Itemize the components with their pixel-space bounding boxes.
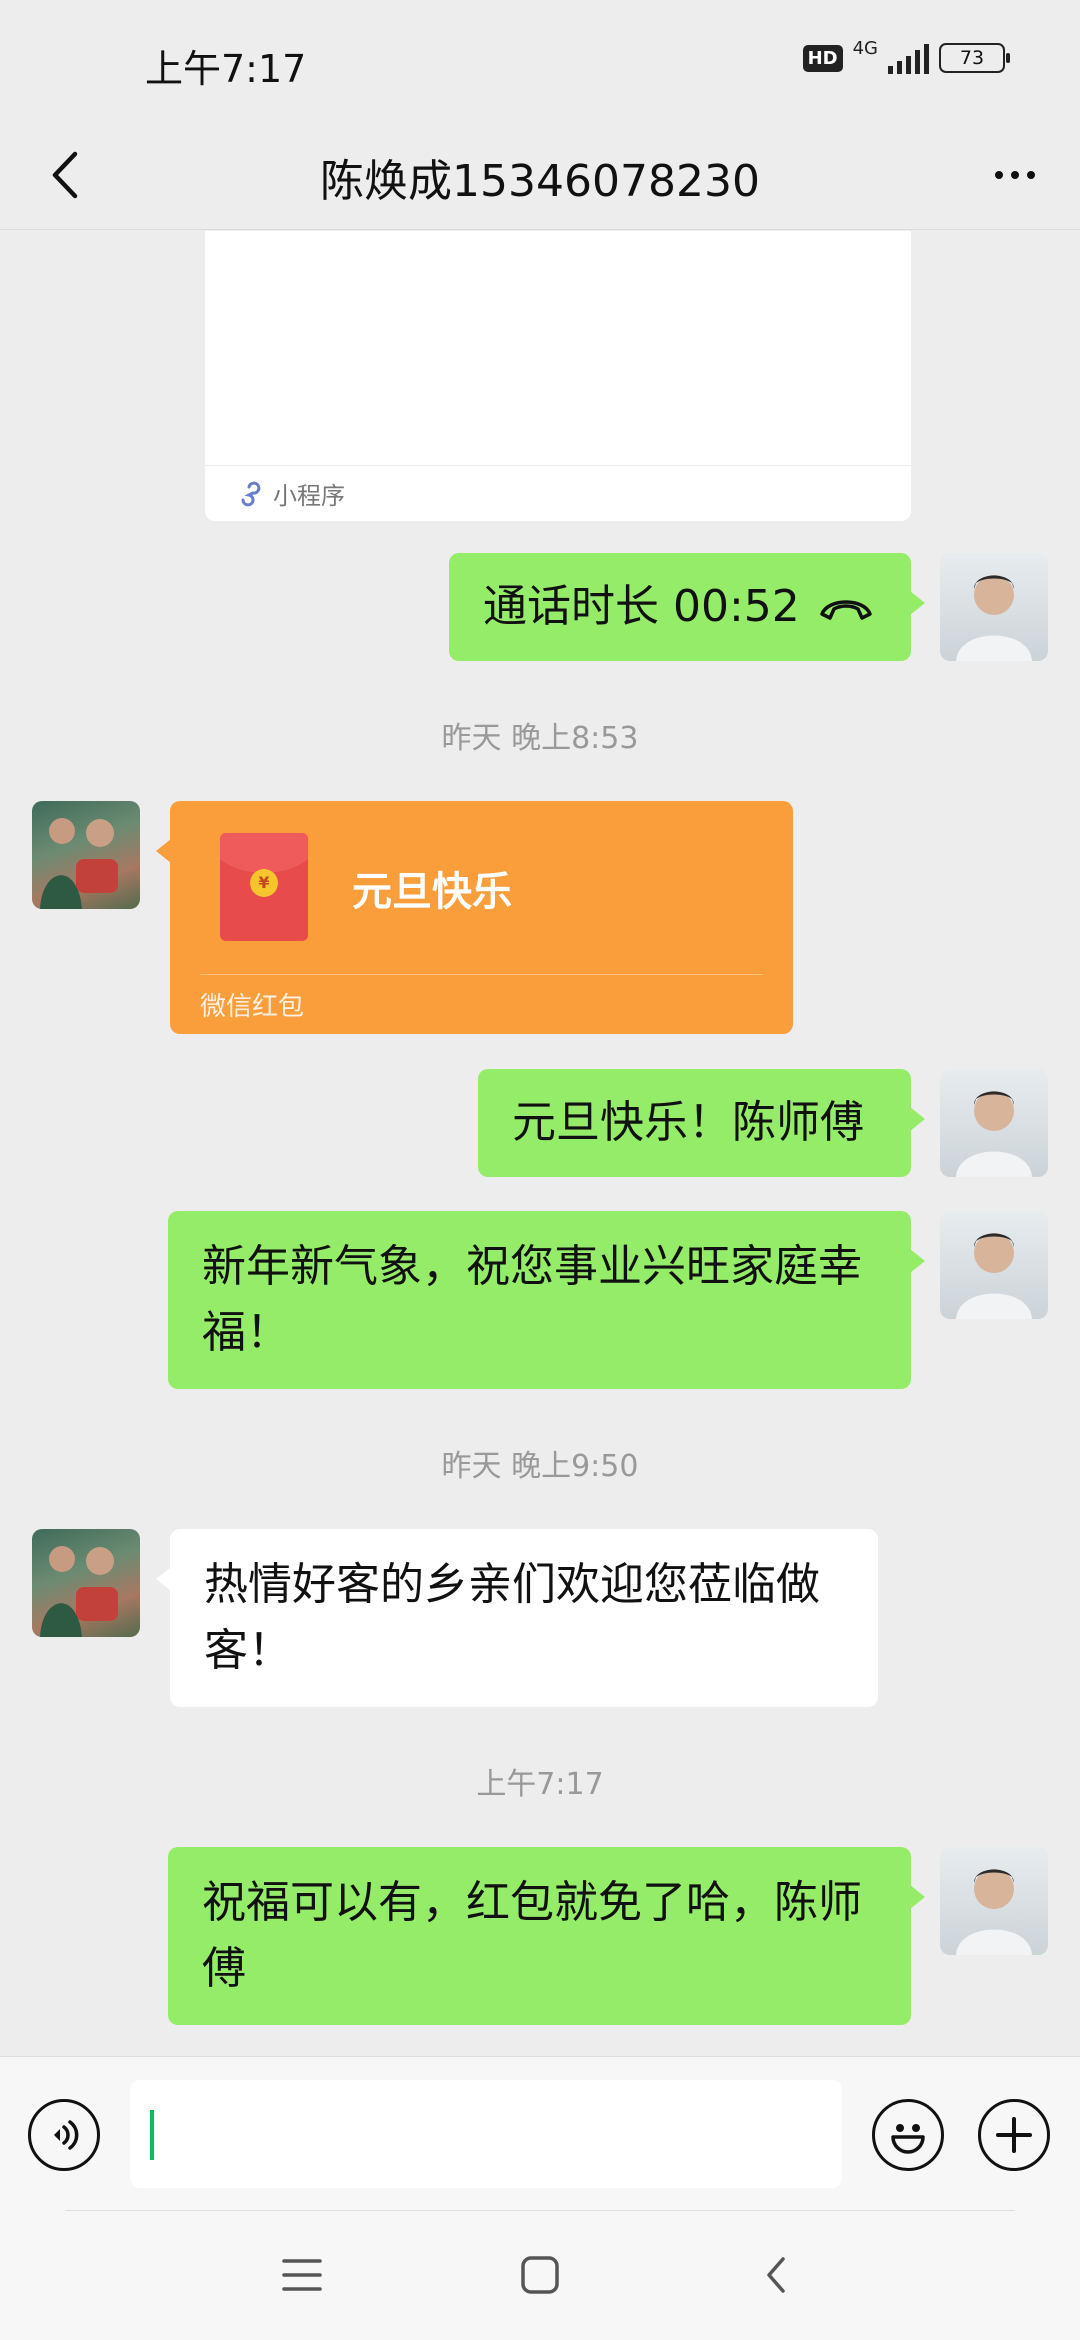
menu-icon <box>282 2259 322 2291</box>
status-icons: HD 4G 73 <box>802 38 1010 74</box>
call-duration-text: 通话时长 00:52 <box>483 581 800 632</box>
nav-back-button[interactable] <box>746 2245 806 2305</box>
status-time: 上午7:17 <box>145 47 307 91</box>
message-bubble[interactable]: 新年新气象，祝您事业兴旺家庭幸福！ <box>168 1211 925 1389</box>
message-input[interactable] <box>130 2080 842 2188</box>
input-bar <box>0 2056 1080 2210</box>
emoji-button[interactable] <box>872 2099 944 2171</box>
red-packet-label: 微信红包 <box>200 974 763 1034</box>
timestamp: 昨天 晚上8:53 <box>441 721 639 756</box>
red-packet-icon: ¥ <box>220 833 308 941</box>
text-caret <box>150 2110 154 2160</box>
timestamp: 上午7:17 <box>476 1767 604 1802</box>
home-square-icon <box>521 2256 559 2294</box>
message-text: 元旦快乐！陈师傅 <box>512 1097 864 1148</box>
timestamp: 昨天 晚上9:50 <box>441 1449 639 1484</box>
contact-avatar[interactable] <box>32 1529 140 1637</box>
system-navigation-bar <box>0 2210 1080 2340</box>
voice-button[interactable] <box>28 2099 100 2171</box>
contact-avatar[interactable] <box>32 801 140 909</box>
plus-button[interactable] <box>978 2099 1050 2171</box>
more-button[interactable] <box>975 140 1055 210</box>
battery-icon: 73 <box>939 43 1010 73</box>
chat-header: 陈焕成15346078230 <box>0 125 1080 230</box>
chat-title: 陈焕成15346078230 <box>320 156 760 207</box>
message-text: 祝福可以有，红包就免了哈，陈师傅 <box>202 1877 862 1994</box>
more-dots-icon <box>995 171 1003 179</box>
self-avatar[interactable] <box>940 1069 1048 1177</box>
status-bar: 上午7:17 HD 4G 73 <box>0 0 1080 125</box>
mini-program-icon <box>241 481 261 506</box>
self-avatar[interactable] <box>940 553 1048 661</box>
emoji-icon <box>891 2124 925 2154</box>
call-record-bubble[interactable]: 通话时长 00:52 <box>449 553 925 661</box>
message-bubble[interactable]: 热情好客的乡亲们欢迎您莅临做客！ <box>156 1529 878 1707</box>
menu-button[interactable] <box>272 2245 332 2305</box>
back-nav-icon <box>767 2257 785 2293</box>
voice-icon <box>54 2120 79 2150</box>
network-type: 4G <box>852 37 878 59</box>
message-bubble[interactable]: 元旦快乐！陈师傅 <box>478 1069 925 1177</box>
mini-program-card[interactable]: 小程序 <box>205 231 911 521</box>
red-packet-message[interactable]: ¥ 元旦快乐 微信红包 <box>156 801 793 1034</box>
home-button[interactable] <box>510 2245 570 2305</box>
message-text: 新年新气象，祝您事业兴旺家庭幸福！ <box>202 1241 862 1358</box>
plus-icon <box>996 2117 1032 2153</box>
red-packet-title: 元旦快乐 <box>352 869 512 915</box>
mini-program-footer: 小程序 <box>205 465 911 521</box>
self-avatar[interactable] <box>940 1211 1048 1319</box>
signal-icon <box>888 42 929 74</box>
mini-program-label: 小程序 <box>273 482 345 510</box>
message-text: 热情好客的乡亲们欢迎您莅临做客！ <box>204 1559 820 1676</box>
phone-hangup-icon <box>820 600 872 620</box>
hd-badge: HD <box>802 44 843 72</box>
message-bubble[interactable]: 祝福可以有，红包就免了哈，陈师傅 <box>168 1847 925 2025</box>
chat-messages[interactable]: 小程序 通话时长 00:52 昨天 晚上8:53 ¥ 元旦快乐 微信红包 元旦快… <box>0 231 1080 2056</box>
self-avatar[interactable] <box>940 1847 1048 1955</box>
